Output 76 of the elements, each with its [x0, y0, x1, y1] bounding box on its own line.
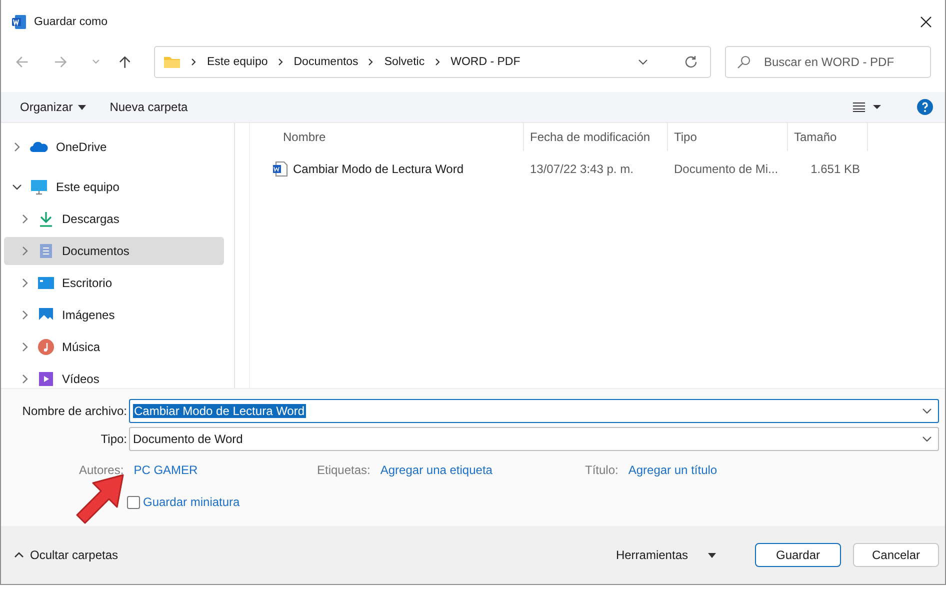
chevron-right-icon	[191, 58, 197, 66]
folder-icon	[163, 55, 181, 69]
window-title: Guardar como	[34, 16, 108, 28]
field-label: Etiquetas:	[317, 463, 370, 477]
chevron-down-icon	[12, 184, 22, 190]
chevron-right-icon	[22, 310, 28, 320]
organize-button[interactable]: Organizar	[13, 96, 93, 118]
video-icon	[38, 371, 54, 387]
field-label: Nombre de archivo:	[21, 404, 128, 418]
help-icon[interactable]	[917, 99, 933, 115]
chevron-right-icon	[434, 58, 441, 66]
sidebar-item[interactable]: Documentos	[4, 237, 224, 265]
chevron-right-icon	[22, 374, 28, 384]
chevron-down-icon	[922, 436, 932, 442]
music-icon	[38, 339, 54, 355]
sidebar-item[interactable]: Este equipo	[4, 173, 224, 201]
word-app-icon	[11, 14, 27, 30]
file-name[interactable]: Cambiar Modo de Lectura Word	[293, 162, 464, 176]
breadcrumb-item[interactable]: Este equipo	[207, 56, 268, 68]
address-bar[interactable]: Este equipo Documentos Solvetic WORD - PDF	[154, 46, 711, 78]
desktop-icon	[38, 275, 54, 291]
sidebar-item[interactable]: Imágenes	[4, 301, 224, 329]
cloud-icon	[30, 141, 48, 153]
table-cell-text: 13/07/22 3:43 p. m.	[529, 162, 634, 176]
chevron-right-icon	[22, 214, 28, 224]
hide-folders-button[interactable]: Ocultar carpetas	[7, 544, 126, 566]
search-field[interactable]: Buscar en WORD - PDF	[725, 46, 931, 78]
table-cell-text: 1.651 KB	[810, 162, 861, 176]
word-document-icon	[272, 161, 288, 177]
chevron-right-icon	[22, 246, 28, 256]
breadcrumb-item[interactable]: Solvetic	[384, 56, 425, 68]
type-dropdown[interactable]: Documento de Word	[129, 427, 939, 451]
chevron-right-icon	[22, 342, 28, 352]
chevron-right-icon	[22, 278, 28, 288]
sidebar-item[interactable]: Música	[4, 333, 224, 361]
metadata-link[interactable]: PC GAMER	[134, 463, 198, 477]
dropdown-arrow-icon	[78, 104, 86, 110]
sidebar-item[interactable]: OneDrive	[4, 133, 224, 161]
column-header[interactable]: Tipo	[668, 123, 788, 151]
download-icon	[38, 211, 54, 227]
chevron-right-icon	[14, 142, 20, 152]
new-folder-button[interactable]: Nueva carpeta	[102, 96, 195, 118]
field-label: Tipo:	[100, 432, 128, 446]
checkbox[interactable]	[127, 496, 140, 508]
sidebar-item[interactable]: Vídeos	[4, 365, 224, 388]
chevron-up-icon	[14, 552, 24, 558]
checkbox-label[interactable]: Guardar miniatura	[143, 495, 240, 509]
save-button[interactable]: Guardar	[755, 543, 841, 567]
chevron-down-icon	[922, 408, 932, 414]
up-arrow-icon[interactable]	[118, 55, 132, 69]
cancel-button[interactable]: Cancelar	[853, 543, 939, 567]
field-label: Título:	[585, 463, 618, 477]
close-icon[interactable]	[920, 16, 932, 28]
column-header[interactable]: Nombre	[266, 123, 524, 151]
chevron-right-icon	[368, 58, 374, 66]
document-icon	[38, 243, 54, 259]
breadcrumb-item[interactable]: Documentos	[294, 56, 358, 68]
chevron-down-icon[interactable]	[638, 59, 648, 65]
filename-field[interactable]: Cambiar Modo de Lectura Word	[129, 399, 939, 423]
field-label: Autores:	[79, 463, 124, 477]
image-icon	[38, 307, 54, 323]
chevron-right-icon	[278, 58, 284, 66]
search-icon	[737, 55, 751, 69]
column-header[interactable]: Fecha de modificación	[524, 123, 668, 151]
sidebar-item[interactable]: Escritorio	[4, 269, 224, 297]
sidebar-item[interactable]: Descargas	[4, 205, 224, 233]
metadata-link[interactable]: Agregar una etiqueta	[380, 463, 492, 477]
tools-button[interactable]: Herramientas	[608, 544, 723, 566]
metadata-link[interactable]: Agregar un título	[628, 463, 718, 477]
dropdown-arrow-icon	[708, 552, 716, 558]
table-cell-text: Documento de Mi...	[673, 162, 780, 176]
view-list-icon[interactable]	[853, 102, 881, 112]
breadcrumb-item[interactable]: WORD - PDF	[450, 56, 520, 68]
monitor-icon	[30, 179, 48, 195]
column-header[interactable]: Tamaño	[788, 123, 868, 151]
refresh-icon[interactable]	[684, 55, 698, 69]
